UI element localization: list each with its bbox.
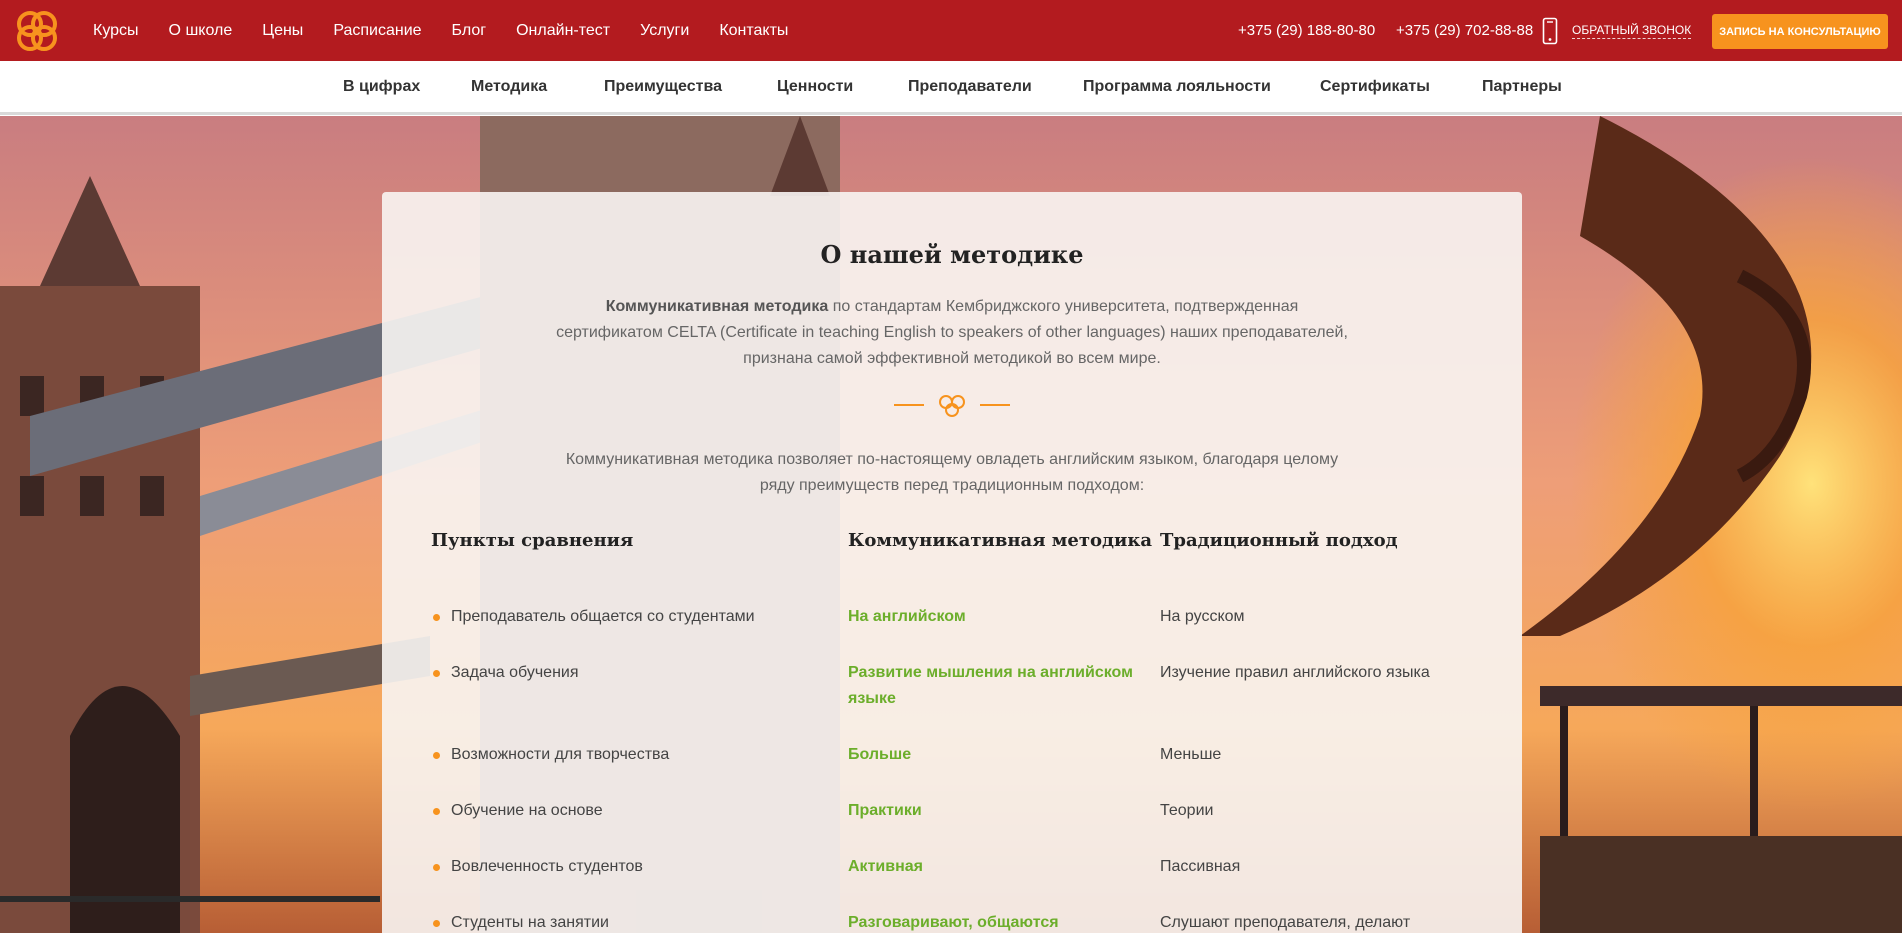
intro-bold: Коммуникативная методика (605, 298, 829, 315)
row-traditional: Меньше (1160, 746, 1222, 763)
nav-courses[interactable]: Курсы (93, 22, 139, 40)
methodology-panel: О нашей методике Коммуникативная методик… (382, 192, 1522, 933)
subnav-advantages[interactable]: Преимущества (604, 61, 722, 113)
nav-prices[interactable]: Цены (262, 22, 303, 40)
row-communicative: Активная (848, 858, 923, 875)
row-communicative: Больше (848, 746, 912, 763)
nav-blog[interactable]: Блог (452, 22, 487, 40)
row-communicative: Разговаривают, общаются (848, 914, 1059, 931)
intro-line3: признана самой эффективной методикой во … (743, 350, 1161, 367)
row-communicative: Развитие мышления на английском языке (848, 664, 1133, 707)
row-traditional: Слушают преподавателя, делают (1160, 914, 1411, 931)
callback-link[interactable]: ОБРАТНЫЙ ЗВОНОК (1542, 16, 1692, 46)
row-point: Преподаватель общается со студентами (433, 604, 755, 630)
phone-number-1[interactable]: +375 (29) 188-80-80 (1238, 0, 1375, 61)
top-header: Курсы О школе Цены Расписание Блог Онлай… (0, 0, 1902, 61)
row-point: Студенты на занятии (433, 910, 609, 933)
row-point: Задача обучения (433, 660, 579, 686)
subnav-methodology[interactable]: Методика (471, 61, 547, 113)
row-traditional: Пассивная (1160, 858, 1241, 875)
consultation-signup-button[interactable]: ЗАПИСЬ НА КОНСУЛЬТАЦИЮ (1712, 14, 1888, 49)
advantages-line2: ряду преимуществ перед традиционным подх… (759, 477, 1145, 494)
subnav-loyalty[interactable]: Программа лояльности (1083, 61, 1271, 113)
subnav-in-numbers[interactable]: В цифрах (343, 61, 420, 113)
row-traditional: Теории (1160, 802, 1214, 819)
nav-schedule[interactable]: Расписание (333, 22, 421, 40)
row-communicative: Практики (848, 802, 922, 819)
nav-about[interactable]: О школе (169, 22, 233, 40)
main-nav: Курсы О школе Цены Расписание Блог Онлай… (93, 0, 818, 61)
mobile-phone-icon (1542, 17, 1558, 45)
column-header-communicative: Коммуникативная методика (848, 530, 1153, 551)
nav-contacts[interactable]: Контакты (719, 22, 788, 40)
ornament-divider-icon (894, 395, 1010, 417)
phone-number-2[interactable]: +375 (29) 702-88-88 (1396, 0, 1533, 61)
school-logo-icon[interactable] (14, 8, 60, 54)
intro-line2: сертификатом CELTA (Certificate in teach… (556, 324, 1348, 341)
row-traditional: Изучение правил английского языка (1160, 664, 1430, 681)
subnav-certificates[interactable]: Сертификаты (1320, 61, 1430, 113)
row-point: Вовлеченность студентов (433, 854, 643, 880)
section-title: О нашей методике (820, 240, 1084, 269)
callback-label[interactable]: ОБРАТНЫЙ ЗВОНОК (1572, 23, 1692, 39)
row-point: Обучение на основе (433, 798, 603, 824)
subnav-partners[interactable]: Партнеры (1482, 61, 1562, 113)
intro-line1: по стандартам Кембриджского университета… (828, 298, 1299, 315)
nav-online-test[interactable]: Онлайн-тест (516, 22, 610, 40)
section-subnav: В цифрах Методика Преимущества Ценности … (0, 61, 1902, 115)
nav-services[interactable]: Услуги (640, 22, 689, 40)
column-header-points: Пункты сравнения (431, 530, 634, 551)
subnav-values[interactable]: Ценности (777, 61, 853, 113)
advantages-line1: Коммуникативная методика позволяет по-на… (565, 451, 1339, 468)
methodology-advantages-intro: Коммуникативная методика позволяет по-на… (522, 447, 1382, 499)
row-point: Возможности для творчества (432, 742, 669, 768)
row-communicative: На английском (848, 608, 966, 625)
methodology-intro: Коммуникативная методика по стандартам К… (522, 294, 1382, 372)
hero-background-image: О нашей методике Коммуникативная методик… (0, 116, 1902, 933)
row-traditional: На русском (1160, 608, 1245, 625)
column-header-traditional: Традиционный подход (1160, 530, 1398, 551)
subnav-teachers[interactable]: Преподаватели (908, 61, 1032, 113)
